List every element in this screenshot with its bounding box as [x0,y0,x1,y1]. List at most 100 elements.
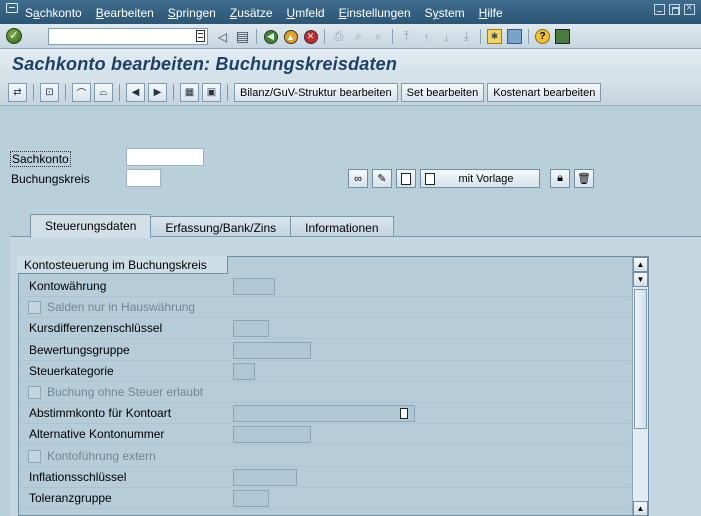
trash-icon[interactable]: 🗑︎ [574,169,594,188]
input-field[interactable] [233,278,275,295]
group-row: Buchung ohne Steuer erlaubt [19,382,631,403]
group-row: Salden nur in Hauswährung [19,297,631,319]
group-row: Steuerkategorie [19,361,631,382]
input-field[interactable] [233,362,255,380]
toolbar-separator [173,84,174,101]
toolbar-separator [119,84,120,101]
dropdown-field[interactable] [233,405,415,423]
enter-icon[interactable] [6,28,22,44]
buchungskreis-input[interactable] [126,169,161,187]
value-help-icon[interactable] [400,408,408,420]
field-label: Alternative Kontonummer [29,427,165,442]
menu-item-einstellungen[interactable]: Einstellungen [332,6,418,20]
group-row: Kontoführung extern [19,446,631,467]
delete-icon[interactable]: ▦ [180,83,199,102]
minimize-icon[interactable] [654,4,665,15]
input-field[interactable] [233,426,311,444]
previous-icon[interactable]: ◀ [126,83,145,102]
window-controls [654,2,695,15]
menu-item-umfeld[interactable]: Umfeld [280,6,332,20]
scroll-thumb[interactable] [634,289,647,429]
command-history-icon[interactable] [196,30,205,42]
hierarchy-up-icon[interactable]: ⌒ [72,83,91,102]
field-label: Abstimmkonto für Kontoart [29,406,172,421]
exit-icon[interactable]: ▲ [282,28,299,45]
save-icon[interactable]: ▤ [234,28,251,45]
create-session-icon[interactable]: ✱ [486,28,503,45]
toolbar-separator [392,29,393,44]
cancel-icon[interactable]: ✕ [302,28,319,45]
checkbox-label: Buchung ohne Steuer erlaubt [47,385,204,399]
menu-item-sachkonto[interactable]: Sachkonto [18,6,89,20]
group-row: Inflationsschlüssel [19,467,631,488]
help-icon[interactable]: ? [534,28,551,45]
menu-items: Sachkonto Bearbeiten Springen Zusätze Umfeld… [18,6,510,20]
back-icon[interactable]: ◀ [262,28,279,45]
menu-item-system[interactable]: System [418,6,472,20]
application-toolbar: ⇄ ⊡ ⌒ ⌓ ◀ ▶ ▦ ▣ Bilanz/GuV-Struktur bear… [0,78,701,106]
block-icon[interactable]: ▣ [202,83,221,102]
triangle-left-icon[interactable]: ◁ [214,28,231,45]
command-field[interactable] [48,28,208,45]
page-title: Sachkonto bearbeiten: Buchungskreisdaten [12,54,398,74]
edit-pencil-icon[interactable]: ✎ [372,169,392,188]
toolbar-separator [256,29,257,44]
find-next-icon[interactable]: ⌕ [370,28,387,45]
hierarchy-down-icon[interactable]: ⌓ [94,83,113,102]
tab-informationen[interactable]: Informationen [290,216,394,238]
first-page-icon[interactable]: ⤒ [398,28,415,45]
other-object-icon[interactable]: ⊡ [40,83,59,102]
checkbox[interactable] [28,386,41,399]
next-page-icon[interactable]: ↓ [438,28,455,45]
scroll-up-icon[interactable]: ▲ [633,257,648,272]
sachkonto-input[interactable] [126,148,204,166]
field-label: Kursdifferenzenschlüssel [29,321,163,336]
scroll-down-icon[interactable]: ▼ [633,272,648,287]
checkbox[interactable] [28,449,41,463]
group-row: Abstimmkonto für Kontoart [19,403,631,425]
find-icon[interactable]: ⌕ [350,28,367,45]
display-change-icon[interactable]: ⇄ [8,83,27,102]
maximize-icon[interactable] [669,4,680,15]
menu-item-zusätze[interactable]: Zusätze [223,6,280,20]
tab-steuerungsdaten[interactable]: Steuerungsdaten [30,214,152,238]
tab-erfassung-bank-zins[interactable]: Erfassung/Bank/Zins [150,216,292,238]
sachkonto-label: Sachkonto [10,151,71,167]
menu-item-bearbeiten[interactable]: Bearbeiten [89,6,161,20]
cost-element-edit-button[interactable]: Kostenart bearbeiten [487,83,602,102]
with-template-label: mit Vorlage [458,173,514,185]
layout-menu-icon[interactable] [554,28,571,45]
scroll-page-down-icon[interactable]: ▲ [633,501,648,516]
menu-item-springen[interactable]: Springen [161,6,223,20]
input-field[interactable] [233,490,269,507]
checkbox[interactable] [28,301,41,315]
input-field[interactable] [233,320,269,338]
menu-item-hilfe[interactable]: Hilfe [472,6,510,20]
toolbar-separator [227,84,228,101]
header-actions: ∞ ✎ mit Vorlage 🔒︎ 🗑︎ [348,169,594,188]
previous-page-icon[interactable]: ↑ [418,28,435,45]
last-page-icon[interactable]: ⤓ [458,28,475,45]
close-icon[interactable] [684,2,695,15]
group-row: Kontowährung [19,276,631,297]
system-menu-icon[interactable] [6,3,18,13]
next-icon[interactable]: ▶ [148,83,167,102]
bilanz-guv-button[interactable]: Bilanz/GuV-Struktur bearbeiten [234,83,398,102]
print-icon[interactable]: ⎙ [330,28,347,45]
field-label: Toleranzgruppe [29,491,112,505]
with-template-button[interactable]: mit Vorlage [420,169,540,188]
field-label: Inflationsschlüssel [29,469,127,484]
set-edit-button[interactable]: Set bearbeiten [400,83,485,102]
vertical-scrollbar[interactable]: ▲ ▼ ▲ [632,257,648,516]
standard-toolbar: ◁ ▤ ◀ ▲ ✕ ⎙ ⌕ ⌕ ⤒ ↑ ↓ ⤓ ✱ ? [0,24,701,49]
display-icon[interactable]: ∞ [348,169,368,188]
group-row: Kursdifferenzenschlüssel [19,318,631,340]
input-field[interactable] [233,468,297,486]
shortcut-icon[interactable] [506,28,523,45]
lock-icon[interactable]: 🔒︎ [550,169,570,188]
create-icon[interactable] [396,169,416,188]
input-field[interactable] [233,341,311,359]
toolbar-separator [65,84,66,101]
toolbar-separator [480,29,481,44]
group-row: Bewertungsgruppe [19,340,631,361]
